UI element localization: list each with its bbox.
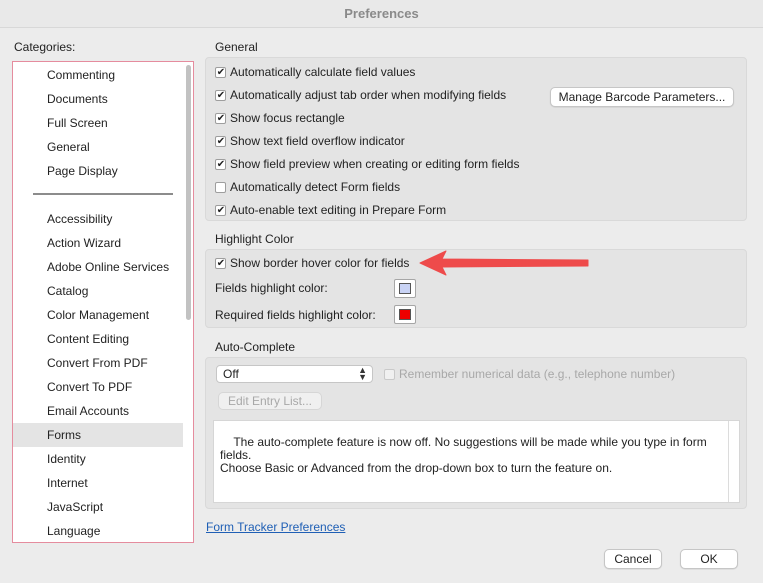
autocomplete-mode-select[interactable]: Off ▲ ▼ (216, 365, 373, 383)
category-item-full-screen[interactable]: Full Screen (13, 111, 183, 135)
general-option-label: Automatically adjust tab order when modi… (230, 88, 507, 102)
ok-button[interactable]: OK (680, 549, 738, 569)
general-option-label: Show text field overflow indicator (230, 134, 405, 148)
category-item-commenting[interactable]: Commenting (13, 63, 183, 87)
autocomplete-description: The auto-complete feature is now off. No… (213, 420, 740, 503)
remember-numerical-checkbox (384, 368, 395, 380)
general-option[interactable]: Show text field overflow indicator (215, 133, 405, 149)
category-item-content-editing[interactable]: Content Editing (13, 327, 183, 351)
general-option-label: Show field preview when creating or edit… (230, 157, 520, 171)
general-option-label: Auto-enable text editing in Prepare Form (230, 203, 447, 217)
categories-label: Categories: (14, 40, 76, 54)
remember-numerical-option: Remember numerical data (e.g., telephone… (384, 366, 675, 382)
general-option-label: Automatically calculate field values (230, 65, 416, 79)
fields-highlight-swatch[interactable] (394, 279, 416, 298)
categories-divider (33, 193, 173, 195)
category-item-page-display[interactable]: Page Display (13, 159, 183, 183)
categories-list[interactable]: Commenting Documents Full Screen General Pag… (12, 61, 194, 543)
general-option-checkbox[interactable] (215, 181, 226, 193)
category-item-action-wizard[interactable]: Action Wizard (13, 231, 183, 255)
form-tracker-preferences-link[interactable]: Form Tracker Preferences (206, 520, 345, 534)
general-option-checkbox[interactable] (215, 135, 226, 147)
category-item-color-management[interactable]: Color Management (13, 303, 183, 327)
category-item-javascript[interactable]: JavaScript (13, 495, 183, 519)
window-title: Preferences (0, 0, 763, 28)
fields-highlight-label: Fields highlight color: (215, 281, 328, 295)
manage-barcode-button[interactable]: Manage Barcode Parameters... (550, 87, 734, 107)
category-item-catalog[interactable]: Catalog (13, 279, 183, 303)
remember-numerical-label: Remember numerical data (e.g., telephone… (399, 367, 676, 381)
general-option[interactable]: Automatically detect Form fields (215, 179, 400, 195)
general-option[interactable]: Show focus rectangle (215, 110, 345, 126)
general-option-checkbox[interactable] (215, 112, 226, 124)
general-option[interactable]: Automatically calculate field values (215, 64, 415, 80)
category-item-forms[interactable]: Forms (13, 423, 183, 447)
category-item-documents[interactable]: Documents (13, 87, 183, 111)
category-item-convert-to-pdf[interactable]: Convert To PDF (13, 375, 183, 399)
required-highlight-color (399, 309, 411, 320)
general-option-label: Automatically detect Form fields (230, 180, 401, 194)
general-option-checkbox[interactable] (215, 66, 226, 78)
description-scrollbar (728, 421, 729, 502)
general-option[interactable]: Show field preview when creating or edit… (215, 156, 519, 172)
fields-highlight-color (399, 283, 411, 294)
hover-color-checkbox[interactable] (215, 257, 226, 269)
autocomplete-description-text: The auto-complete feature is now off. No… (220, 435, 707, 475)
annotation-arrow (419, 250, 589, 276)
preferences-window: Preferences Categories: Commenting Docume… (0, 0, 763, 583)
category-item-adobe-online-services[interactable]: Adobe Online Services (13, 255, 183, 279)
hover-color-label: Show border hover color for fields (230, 256, 410, 270)
category-item-language[interactable]: Language (13, 519, 183, 542)
category-item-email-accounts[interactable]: Email Accounts (13, 399, 183, 423)
general-option[interactable]: Auto-enable text editing in Prepare Form (215, 202, 446, 218)
required-highlight-swatch[interactable] (394, 305, 416, 324)
category-item-accessibility[interactable]: Accessibility (13, 207, 183, 231)
categories-scrollbar[interactable] (186, 65, 191, 320)
highlight-section-title: Highlight Color (215, 232, 294, 246)
cancel-button[interactable]: Cancel (604, 549, 662, 569)
autocomplete-section-title: Auto-Complete (215, 340, 296, 354)
category-item-general[interactable]: General (13, 135, 183, 159)
autocomplete-mode-value: Off (223, 367, 239, 381)
category-item-convert-from-pdf[interactable]: Convert From PDF (13, 351, 183, 375)
hover-color-option[interactable]: Show border hover color for fields (215, 255, 409, 271)
general-option-checkbox[interactable] (215, 89, 226, 101)
edit-entry-list-button: Edit Entry List... (218, 392, 322, 410)
category-item-identity[interactable]: Identity (13, 447, 183, 471)
general-option-label: Show focus rectangle (230, 111, 345, 125)
general-section-title: General (215, 40, 258, 54)
general-option[interactable]: Automatically adjust tab order when modi… (215, 87, 506, 103)
general-option-checkbox[interactable] (215, 204, 226, 216)
category-item-internet[interactable]: Internet (13, 471, 183, 495)
general-option-checkbox[interactable] (215, 158, 226, 170)
select-updown-icon: ▲ ▼ (358, 365, 367, 382)
required-highlight-label: Required fields highlight color: (215, 308, 376, 322)
